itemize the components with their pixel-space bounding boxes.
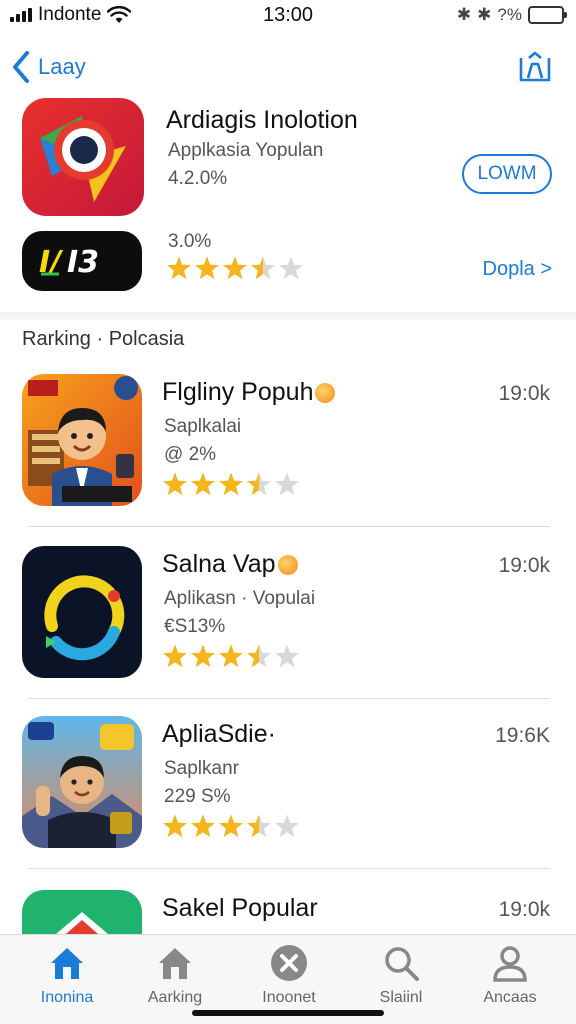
star-filled — [223, 256, 247, 280]
app-percent: 229 S% — [164, 786, 231, 807]
app-count: 19:0k — [498, 898, 550, 921]
ring-app-icon[interactable] — [22, 546, 142, 678]
get-button[interactable]: LOWM — [462, 154, 552, 194]
home-indicator[interactable] — [192, 1010, 384, 1016]
star-filled — [219, 814, 243, 838]
app-name-text: ApliaSdie· — [162, 720, 276, 748]
star-empty — [275, 472, 299, 496]
battery-percent: ?% — [497, 5, 522, 24]
app-name[interactable]: ApliaSdie· — [162, 720, 276, 749]
star-empty — [275, 644, 299, 668]
star-filled — [191, 644, 215, 668]
app-count: 19:0k — [498, 554, 550, 577]
status-bar: Indonte 13:00 ✱ ✱ ?% — [0, 0, 576, 34]
cartoon-man-app-icon[interactable] — [22, 374, 142, 506]
featured-app-percent: 4.2.0% — [168, 168, 228, 189]
list-item[interactable]: ApliaSdie· Saplkanr 229 S% 19:6K — [0, 716, 576, 886]
badge-icon — [277, 554, 298, 575]
more-link[interactable]: Dopla > — [483, 258, 553, 281]
section-title: Rarking · Polcasia — [22, 328, 185, 350]
badge-icon — [315, 382, 336, 403]
status-right: ✱ ✱ ?% — [456, 5, 567, 25]
star-filled — [191, 472, 215, 496]
list-item[interactable]: Salna Vap Aplikasn · Vopulai €S13% 19:0k — [0, 546, 576, 716]
section-divider — [0, 312, 576, 320]
app-category: Saplkanr — [164, 758, 239, 779]
app-category: Aplikasn · Vopulai — [164, 588, 316, 609]
star-rating — [162, 472, 302, 498]
star-rating — [162, 814, 302, 840]
star-empty — [279, 256, 303, 280]
house-app-icon[interactable] — [22, 890, 142, 934]
star-filled — [219, 472, 243, 496]
search-icon — [385, 947, 419, 981]
app-name[interactable]: Sakel Popular — [162, 894, 318, 923]
chevron-left-icon — [13, 51, 29, 83]
home-icon — [51, 948, 83, 979]
app-name[interactable]: Salna Vap — [162, 550, 298, 579]
tab-internet[interactable]: Inoonet — [234, 943, 344, 1007]
featured-app-percent-2: 3.0% — [168, 231, 212, 252]
row-divider — [28, 698, 550, 699]
app-category: Saplkalai — [164, 416, 242, 437]
tab-label: Aarking — [147, 989, 203, 1006]
app-count: 19:0k — [498, 382, 550, 405]
tab-account[interactable]: Ancaas — [455, 943, 565, 1007]
featured-app-title[interactable]: Ardiagis Inolotion — [166, 106, 358, 135]
row-divider — [28, 526, 550, 527]
tab-label: Slaiinl — [379, 989, 423, 1006]
list-item[interactable]: Flgliny Popuh Saplkalai @ 2% 19:0k — [0, 374, 576, 544]
tab-home[interactable]: Inonina — [12, 943, 122, 1007]
row-divider — [28, 868, 550, 869]
star-filled — [163, 644, 187, 668]
navigation-bar: Laay — [0, 40, 576, 92]
cartoon-man-2-app-icon[interactable] — [22, 716, 142, 848]
map-pin-app-icon[interactable] — [22, 98, 144, 216]
app-count: 19:6K — [495, 724, 550, 747]
star-empty — [275, 814, 299, 838]
star-filled — [219, 644, 243, 668]
star-filled — [191, 814, 215, 838]
featured-section: I/ I3 Ardiagis Inolotion Applkasia Yopul… — [0, 92, 576, 314]
battery-icon — [528, 6, 567, 24]
star-rating — [166, 256, 306, 282]
star-filled — [167, 256, 191, 280]
back-button[interactable]: Laay — [10, 50, 86, 84]
svg-text:I3: I3 — [67, 245, 99, 278]
app-name-text: Flgliny Popuh — [162, 378, 314, 406]
tab-label: Inoonet — [262, 989, 316, 1006]
tab-ranking[interactable]: Aarking — [120, 943, 230, 1007]
tab-search[interactable]: Slaiinl — [346, 943, 456, 1007]
tab-label: Ancaas — [483, 989, 537, 1006]
bluetooth-icon: ✱ — [456, 5, 472, 24]
close-circle-icon — [271, 945, 307, 981]
back-label: Laay — [38, 54, 86, 79]
app-percent: €S13% — [164, 616, 226, 637]
person-icon — [493, 946, 527, 982]
featured-app-subtitle: Applkasia Yopulan — [168, 140, 324, 161]
app-percent: @ 2% — [164, 444, 217, 465]
star-filled — [163, 814, 187, 838]
share-icon[interactable] — [516, 50, 554, 84]
tab-label: Inonina — [40, 989, 94, 1006]
star-rating — [162, 644, 302, 670]
app-name[interactable]: Flgliny Popuh — [162, 378, 336, 407]
star-filled — [163, 472, 187, 496]
star-filled — [195, 256, 219, 280]
app-name-text: Salna Vap — [162, 550, 276, 578]
tv-logo-app-icon[interactable]: I/ I3 — [22, 231, 142, 291]
app-name-text: Sakel Popular — [162, 894, 318, 922]
home-icon — [159, 948, 191, 979]
bluetooth-icon: ✱ — [477, 5, 492, 24]
